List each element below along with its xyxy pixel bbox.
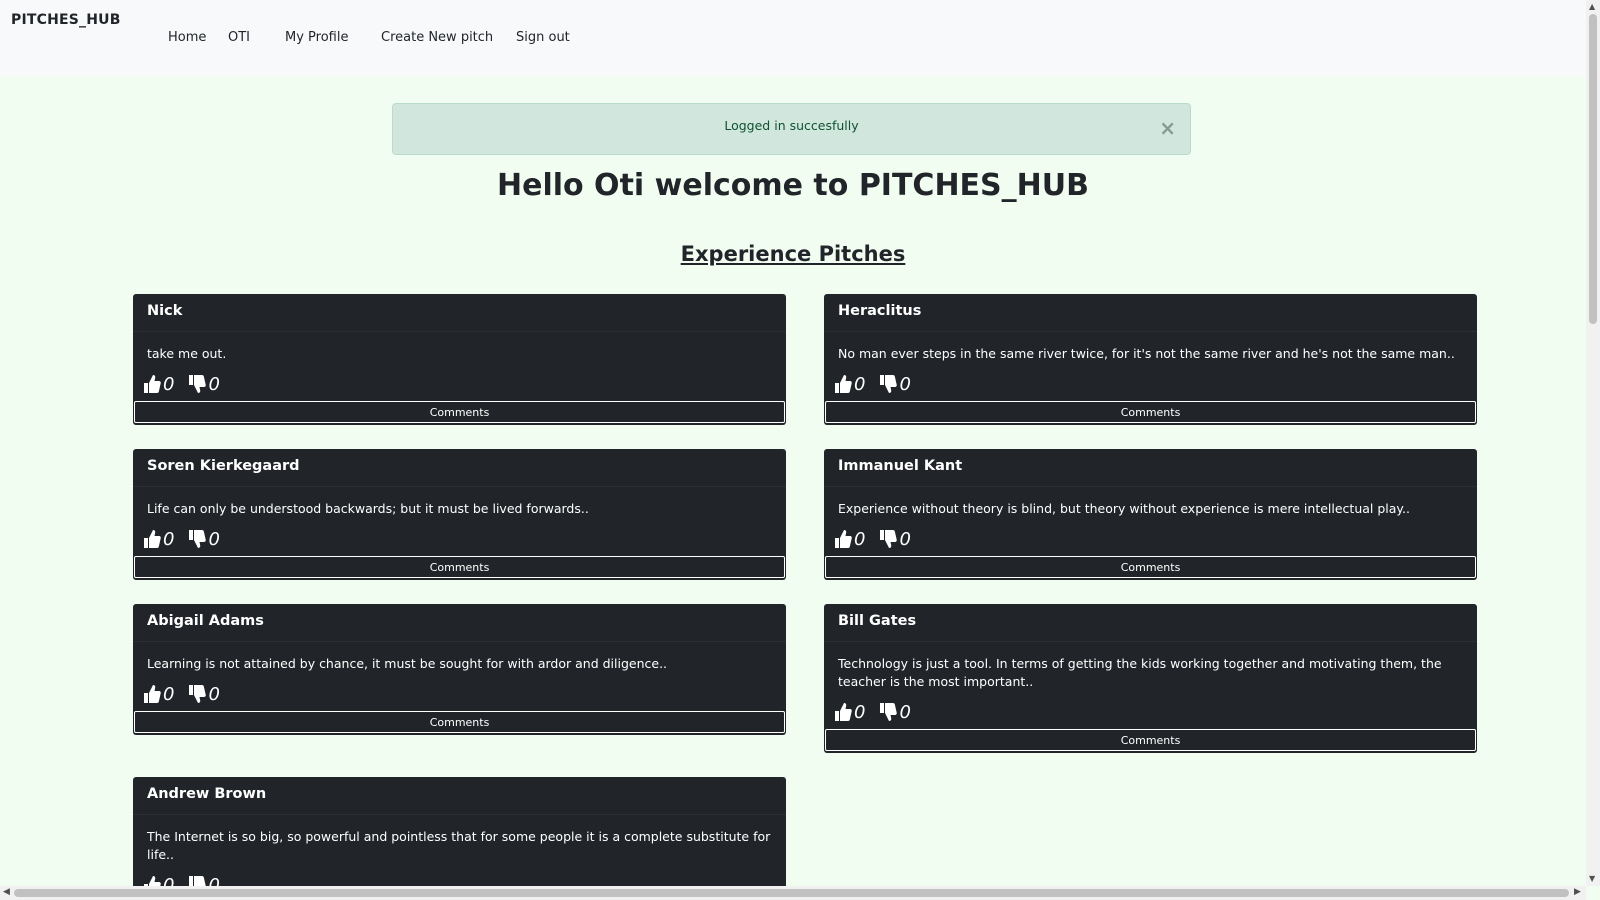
vote-bar: 0 0 (133, 363, 786, 395)
pitch-card: Andrew Brown The Internet is so big, so … (133, 777, 786, 886)
downvote-button[interactable]: 0 (879, 701, 911, 723)
downvote-button[interactable]: 0 (879, 373, 911, 395)
downvote-count: 0 (899, 701, 911, 723)
upvote-button[interactable]: 0 (143, 374, 174, 395)
thumbs-down-icon (189, 375, 207, 393)
nav-my-profile[interactable]: My Profile (285, 30, 348, 45)
pitch-author: Abigail Adams (133, 604, 786, 642)
downvote-count: 0 (208, 874, 220, 887)
pitch-card: Heraclitus No man ever steps in the same… (824, 294, 1477, 425)
nav-home[interactable]: Home (168, 30, 206, 45)
pitch-text: Life can only be understood backwards; b… (147, 501, 589, 516)
thumbs-up-icon (835, 530, 852, 548)
close-icon[interactable]: × (1159, 118, 1176, 138)
horizontal-scrollbar[interactable]: ◀ ▶ (0, 886, 1586, 900)
upvote-count: 0 (163, 528, 175, 550)
thumbs-up-icon (835, 703, 852, 721)
thumbs-up-icon (144, 375, 161, 393)
vote-bar: 0 0 (133, 864, 786, 886)
downvote-count: 0 (899, 373, 911, 395)
downvote-button[interactable]: 0 (188, 683, 220, 705)
vote-bar: 0 0 (824, 363, 1477, 395)
thumbs-down-icon (189, 876, 207, 886)
upvote-count: 0 (163, 373, 175, 395)
thumbs-down-icon (880, 530, 898, 548)
pitch-card: Soren Kierkegaard Life can only be under… (133, 449, 786, 580)
thumbs-up-icon (144, 876, 161, 886)
upvote-count: 0 (163, 683, 175, 705)
pitch-text: Learning is not attained by chance, it m… (147, 656, 668, 671)
upvote-count: 0 (854, 528, 866, 550)
pitch-author: Immanuel Kant (824, 449, 1477, 487)
horizontal-scroll-thumb[interactable] (14, 889, 1569, 897)
comments-button[interactable]: Comments (825, 729, 1476, 751)
brand-logo[interactable]: PITCHES_HUB (11, 12, 121, 28)
upvote-button[interactable]: 0 (143, 529, 174, 550)
downvote-button[interactable]: 0 (879, 528, 911, 550)
comments-button[interactable]: Comments (134, 556, 785, 578)
thumbs-down-icon (189, 685, 207, 703)
welcome-heading: Hello Oti welcome to PITCHES_HUB (496, 168, 1089, 203)
pitch-author: Andrew Brown (133, 777, 786, 815)
section-title: Experience Pitches (680, 242, 906, 266)
downvote-button[interactable]: 0 (188, 528, 220, 550)
thumbs-down-icon (189, 530, 207, 548)
upvote-count: 0 (163, 874, 175, 887)
thumbs-up-icon (144, 685, 161, 703)
nav-sign-out[interactable]: Sign out (516, 30, 570, 45)
downvote-count: 0 (208, 373, 220, 395)
pitch-author: Nick (133, 294, 786, 332)
comments-button[interactable]: Comments (134, 711, 785, 733)
vote-bar: 0 0 (824, 518, 1477, 550)
nav-user-oti[interactable]: OTI (228, 30, 250, 45)
pitch-text: take me out. (147, 346, 227, 361)
pitch-author: Bill Gates (824, 604, 1477, 642)
scroll-up-arrow-icon[interactable]: ▲ (1589, 2, 1595, 11)
comments-button[interactable]: Comments (134, 401, 785, 423)
scroll-right-arrow-icon[interactable]: ▶ (1574, 887, 1581, 897)
navbar: PITCHES_HUB Home OTI My Profile Create N… (0, 0, 1586, 76)
pitch-card: Immanuel Kant Experience without theory … (824, 449, 1477, 580)
alert-message: Logged in succesfully (724, 118, 859, 133)
thumbs-down-icon (880, 703, 898, 721)
pitch-author: Heraclitus (824, 294, 1477, 332)
downvote-count: 0 (899, 528, 911, 550)
pitch-text: Technology is just a tool. In terms of g… (838, 656, 1442, 689)
upvote-count: 0 (854, 701, 866, 723)
upvote-button[interactable]: 0 (834, 374, 865, 395)
pitch-author: Soren Kierkegaard (133, 449, 786, 487)
vertical-scroll-thumb[interactable] (1589, 14, 1597, 324)
thumbs-up-icon (144, 530, 161, 548)
scroll-left-arrow-icon[interactable]: ◀ (3, 887, 10, 897)
downvote-button[interactable]: 0 (188, 874, 220, 887)
vote-bar: 0 0 (133, 518, 786, 550)
scroll-down-arrow-icon[interactable]: ▼ (1589, 874, 1595, 883)
vertical-scrollbar[interactable]: ▲ ▼ (1586, 0, 1600, 886)
downvote-button[interactable]: 0 (188, 373, 220, 395)
upvote-button[interactable]: 0 (143, 684, 174, 705)
vote-bar: 0 0 (133, 673, 786, 705)
upvote-button[interactable]: 0 (834, 702, 865, 723)
nav-create-new-pitch[interactable]: Create New pitch (381, 30, 493, 45)
comments-button[interactable]: Comments (825, 556, 1476, 578)
pitch-card: Nick take me out. 0 0 Comments (133, 294, 786, 425)
success-alert: Logged in succesfully × (392, 103, 1191, 155)
pitch-text: The Internet is so big, so powerful and … (147, 829, 771, 862)
vote-bar: 0 0 (824, 691, 1477, 723)
pitch-text: Experience without theory is blind, but … (838, 501, 1410, 516)
comments-button[interactable]: Comments (825, 401, 1476, 423)
thumbs-down-icon (880, 375, 898, 393)
thumbs-up-icon (835, 375, 852, 393)
upvote-count: 0 (854, 373, 866, 395)
pitch-card: Bill Gates Technology is just a tool. In… (824, 604, 1477, 753)
pitch-text: No man ever steps in the same river twic… (838, 346, 1455, 361)
downvote-count: 0 (208, 683, 220, 705)
upvote-button[interactable]: 0 (834, 529, 865, 550)
pitch-card: Abigail Adams Learning is not attained b… (133, 604, 786, 735)
downvote-count: 0 (208, 528, 220, 550)
upvote-button[interactable]: 0 (143, 874, 175, 887)
